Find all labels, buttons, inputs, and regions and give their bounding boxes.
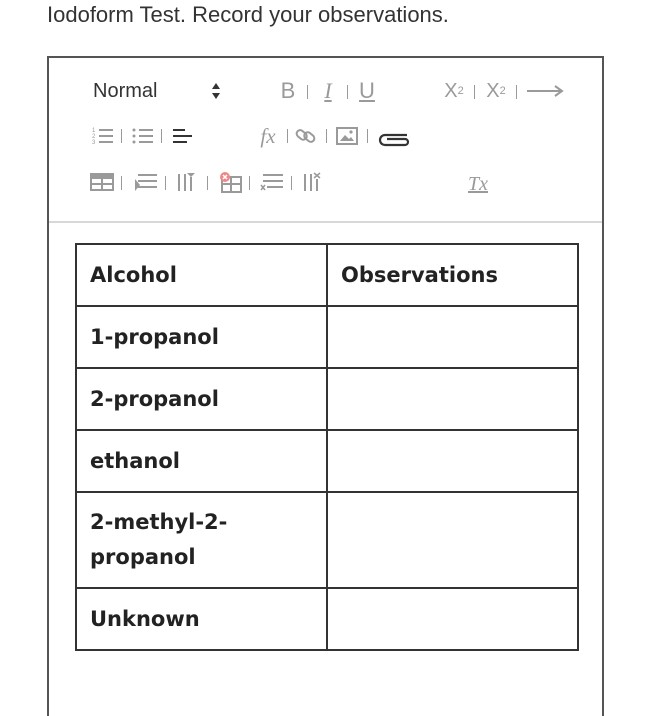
delete-column-icon[interactable] xyxy=(301,170,327,194)
arrow-right-icon[interactable] xyxy=(523,76,567,106)
delete-row-icon[interactable] xyxy=(259,170,285,194)
editor-content[interactable]: Alcohol Observations 1-propanol 2-propan… xyxy=(49,223,602,716)
formula-label: fx xyxy=(260,123,276,148)
insert-row-icon[interactable] xyxy=(133,170,159,194)
header-alcohol[interactable]: Alcohol xyxy=(75,243,328,307)
toolbar-separator xyxy=(207,176,208,190)
header-observations[interactable]: Observations xyxy=(326,243,579,307)
toolbar-separator xyxy=(161,129,162,143)
toolbar-separator xyxy=(347,85,348,99)
bulleted-list-icon[interactable] xyxy=(131,124,155,148)
table-row: Unknown xyxy=(75,587,579,651)
link-icon[interactable] xyxy=(293,124,319,148)
numbered-list-icon[interactable]: 123 xyxy=(91,124,115,148)
svg-text:3: 3 xyxy=(92,140,96,146)
toolbar-separator xyxy=(516,85,517,99)
formula-button[interactable]: fx xyxy=(253,122,283,150)
table-row: ethanol xyxy=(75,429,579,493)
superscript-mark: 2 xyxy=(499,85,506,97)
alcohol-cell[interactable]: 1-propanol xyxy=(75,305,328,369)
alcohol-cell[interactable]: Unknown xyxy=(75,587,328,651)
toolbar-separator xyxy=(121,176,122,190)
toolbar-separator xyxy=(307,85,308,99)
toolbar-separator xyxy=(121,129,122,143)
observation-cell[interactable] xyxy=(326,587,579,651)
image-icon[interactable] xyxy=(334,124,360,148)
paragraph-format-select[interactable]: Normal xyxy=(93,76,233,106)
question-prompt: Iodoform Test. Record your observations. xyxy=(47,2,449,27)
clear-formatting-label: Tx xyxy=(468,172,488,195)
subscript-button[interactable]: X2 xyxy=(439,76,469,106)
observation-cell[interactable] xyxy=(326,305,579,369)
bold-button[interactable]: B xyxy=(277,76,299,106)
italic-label: I xyxy=(324,78,332,103)
toolbar-separator xyxy=(326,129,327,143)
superscript-base: X xyxy=(486,79,500,102)
select-arrows-icon xyxy=(212,83,220,99)
toolbar-separator xyxy=(249,176,250,190)
toolbar-separator xyxy=(291,176,292,190)
table-header-row: Alcohol Observations xyxy=(75,243,579,307)
observation-cell[interactable] xyxy=(326,429,579,493)
clear-formatting-button[interactable]: Tx xyxy=(463,170,493,198)
table-row: 2-methyl-2-propanol xyxy=(75,491,579,589)
attachment-icon[interactable] xyxy=(375,126,415,150)
alcohol-cell[interactable]: 2-methyl-2-propanol xyxy=(75,491,328,589)
underline-label: U xyxy=(359,78,375,103)
subscript-mark: 2 xyxy=(457,85,464,97)
table-row: 2-propanol xyxy=(75,367,579,431)
bold-label: B xyxy=(280,78,296,103)
toolbar-separator xyxy=(474,85,475,99)
alcohol-cell[interactable]: ethanol xyxy=(75,429,328,493)
underline-button[interactable]: U xyxy=(355,76,379,106)
table-row: 1-propanol xyxy=(75,305,579,369)
format-select-value: Normal xyxy=(93,79,158,102)
insert-column-icon[interactable] xyxy=(175,170,201,194)
toolbar-separator xyxy=(165,176,166,190)
observation-cell[interactable] xyxy=(326,367,579,431)
italic-button[interactable]: I xyxy=(317,76,339,106)
align-left-icon[interactable] xyxy=(171,124,195,148)
superscript-button[interactable]: X2 xyxy=(481,76,511,106)
observations-table: Alcohol Observations 1-propanol 2-propan… xyxy=(75,243,579,651)
table-insert-icon[interactable] xyxy=(89,170,115,194)
delete-table-icon[interactable] xyxy=(217,170,243,194)
subscript-base: X xyxy=(444,79,458,102)
editor-toolbar: Normal B I U X2 X2 123 fx Tx xyxy=(49,58,602,223)
observation-cell[interactable] xyxy=(326,491,579,589)
toolbar-separator xyxy=(367,129,368,143)
toolbar-separator xyxy=(287,129,288,143)
alcohol-cell[interactable]: 2-propanol xyxy=(75,367,328,431)
rich-text-editor[interactable]: Normal B I U X2 X2 123 fx Tx Alcohol Obs… xyxy=(47,56,604,716)
